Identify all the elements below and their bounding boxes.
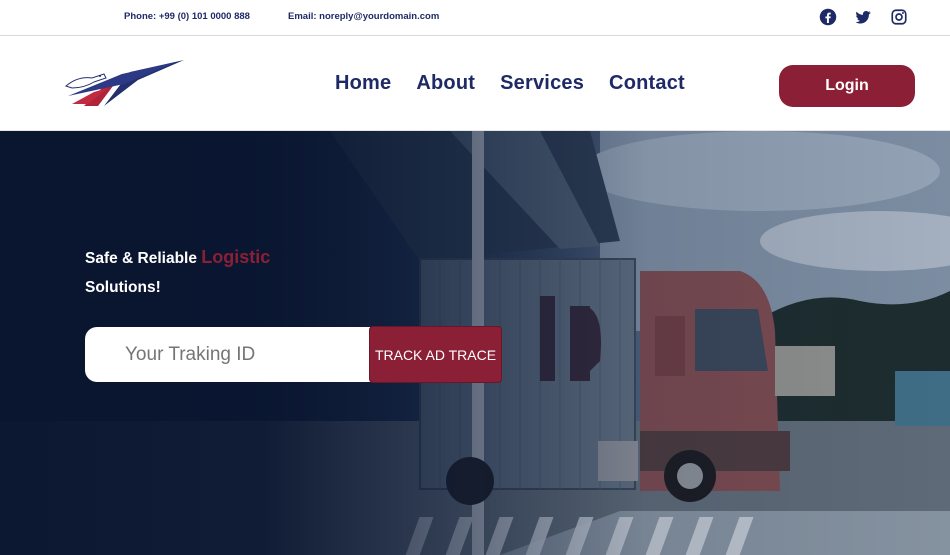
email-link[interactable]: Email: noreply@yourdomain.com xyxy=(288,11,439,22)
logo[interactable] xyxy=(64,58,188,110)
tagline-accent: Logistic xyxy=(201,247,271,267)
twitter-icon[interactable] xyxy=(854,8,874,28)
instagram-icon[interactable] xyxy=(890,8,910,28)
track-button[interactable]: TRACK AD TRACE xyxy=(369,326,502,383)
login-button[interactable]: Login xyxy=(779,65,915,107)
tracking-id-input[interactable] xyxy=(85,327,375,382)
hero-banner: Safe & Reliable Logistic Solutions! TRAC… xyxy=(0,131,950,555)
main-nav: Home About Services Contact xyxy=(335,72,685,95)
tagline-text: Safe & Reliable xyxy=(85,250,202,267)
top-bar: Phone: +99 (0) 101 0000 888 Email: norep… xyxy=(0,0,950,36)
nav-contact[interactable]: Contact xyxy=(609,72,685,95)
tagline-text-2: Solutions! xyxy=(85,279,161,296)
nav-home[interactable]: Home xyxy=(335,72,391,95)
site-header: Home About Services Contact Login xyxy=(0,36,950,131)
facebook-icon[interactable] xyxy=(819,8,839,28)
hero-tagline: Safe & Reliable Logistic Solutions! xyxy=(85,243,270,302)
nav-services[interactable]: Services xyxy=(500,72,584,95)
phone-text: Phone: +99 (0) 101 0000 888 xyxy=(124,11,250,22)
nav-about[interactable]: About xyxy=(416,72,475,95)
